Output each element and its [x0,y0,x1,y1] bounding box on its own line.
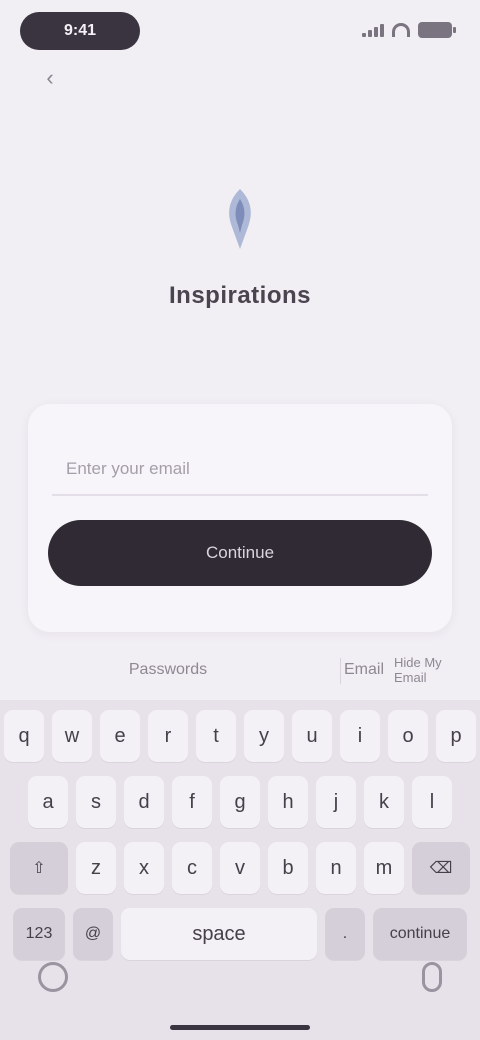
key-i[interactable]: i [340,710,380,762]
key-b[interactable]: b [268,842,308,894]
home-indicator [170,1025,310,1030]
keyboard-suggestion-bar: Passwords Email Hide My Email [0,640,480,708]
login-card: Continue [28,404,452,632]
keyboard-bottom-bar [0,940,480,1040]
key-v[interactable]: v [220,842,260,894]
battery-icon [418,22,456,38]
suggestion-email[interactable]: Email [344,648,384,692]
key-m[interactable]: m [364,842,404,894]
suggestion-hide-my-email[interactable]: Hide My Email [394,648,470,692]
key-a[interactable]: a [28,776,68,828]
key-s[interactable]: s [76,776,116,828]
key-u[interactable]: u [292,710,332,762]
globe-icon[interactable] [38,962,68,992]
continue-button[interactable]: Continue [48,520,432,586]
signal-icon [362,23,384,37]
key-e[interactable]: e [100,710,140,762]
key-y[interactable]: y [244,710,284,762]
key-l[interactable]: l [412,776,452,828]
key-o[interactable]: o [388,710,428,762]
key-h[interactable]: h [268,776,308,828]
key-f[interactable]: f [172,776,212,828]
key-x[interactable]: x [124,842,164,894]
wifi-icon [392,23,410,37]
status-bar: 9:41 [0,0,480,64]
key-row-3: ⇧ z x c v b n m ⌫ [0,842,480,894]
shift-key[interactable]: ⇧ [10,842,68,894]
microphone-icon[interactable] [422,962,442,992]
key-g[interactable]: g [220,776,260,828]
key-row-1: q w e r t y u i o p [0,710,480,762]
key-c[interactable]: c [172,842,212,894]
delete-key[interactable]: ⌫ [412,842,470,894]
status-time: 9:41 [20,12,140,50]
key-p[interactable]: p [436,710,476,762]
key-r[interactable]: r [148,710,188,762]
brand-name: Inspirations [168,282,312,309]
suggestion-divider [340,658,341,684]
key-row-2: a s d f g h j k l [0,776,480,828]
key-w[interactable]: w [52,710,92,762]
chevron-left-icon[interactable]: ‹ [36,64,64,92]
key-d[interactable]: d [124,776,164,828]
key-z[interactable]: z [76,842,116,894]
brand-logo-icon [212,180,268,260]
suggestion-passwords[interactable]: Passwords [20,648,316,692]
email-field[interactable] [52,444,428,496]
key-k[interactable]: k [364,776,404,828]
status-icons [362,22,456,38]
key-t[interactable]: t [196,710,236,762]
key-j[interactable]: j [316,776,356,828]
key-n[interactable]: n [316,842,356,894]
key-q[interactable]: q [4,710,44,762]
